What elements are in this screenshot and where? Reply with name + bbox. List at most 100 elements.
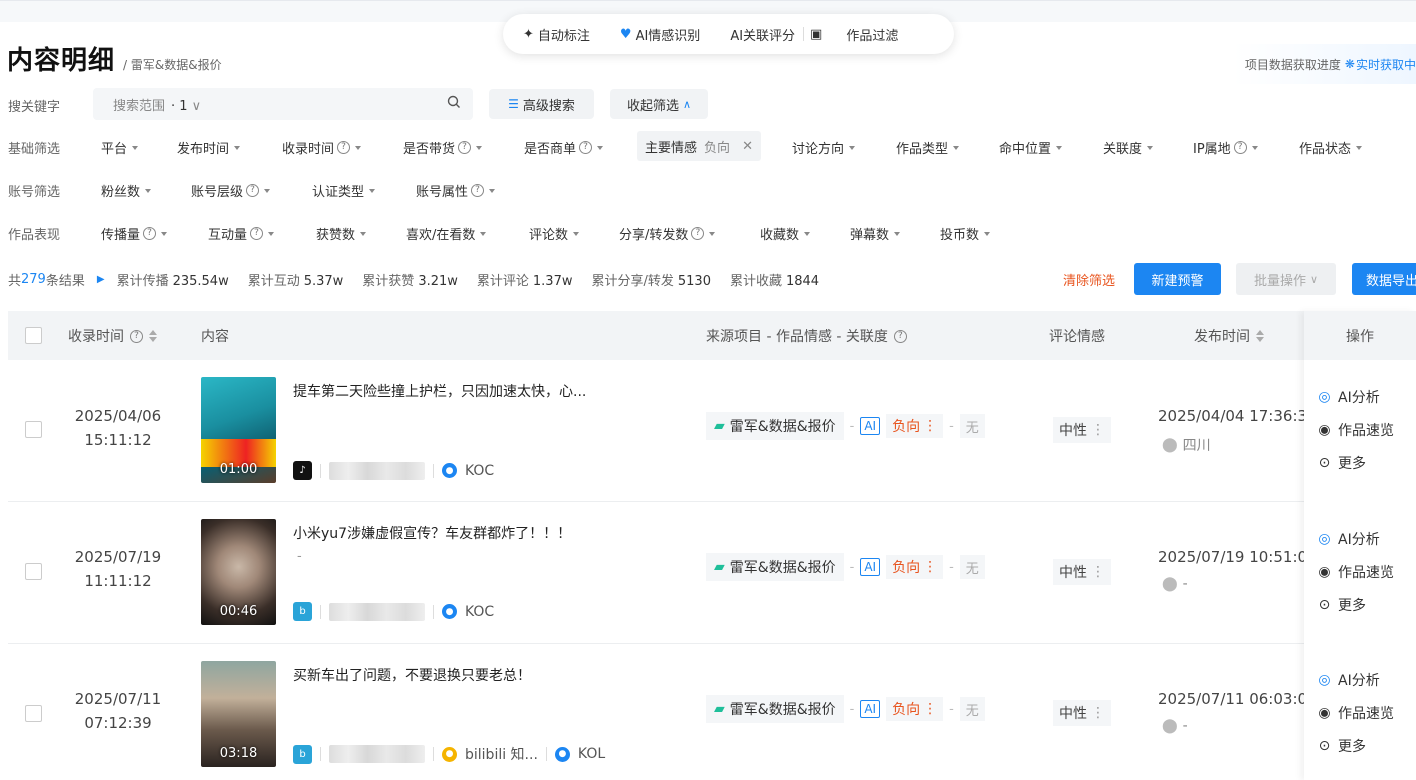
filter-account-attr[interactable]: 账号属性? (416, 181, 496, 200)
content-title[interactable]: 提车第二天险些撞上护栏，只因加速太快，心... (293, 381, 586, 401)
advanced-search-icon: ☰ (508, 97, 519, 111)
account-filter-label: 账号筛选 (8, 185, 61, 200)
help-icon: ? (130, 329, 143, 343)
stat-interaction: 累计互动 5.37w (247, 274, 344, 289)
more-button[interactable]: ⊙ 更多 (1317, 588, 1394, 621)
user-icon: ● (442, 463, 457, 478)
comment-emotion-tag[interactable]: 中性 ⋮ (1053, 559, 1111, 585)
emotion-tag[interactable]: 负向 ⋮ (886, 697, 944, 721)
breadcrumb[interactable]: / 雷军&数据&报价 (123, 56, 222, 73)
ai-emotion-button[interactable]: ♥ AI情感识别 (620, 25, 700, 44)
advanced-search-button[interactable]: ☰ 高级搜索 (489, 89, 594, 119)
pin-icon: ✦ (523, 26, 534, 42)
project-tag[interactable]: ▰ 雷军&数据&报价 (706, 412, 844, 440)
filter-commercial[interactable]: 是否商单? (524, 138, 604, 157)
collapse-filter-button[interactable]: 收起筛选 ∧ (610, 89, 708, 119)
ai-analyze-button[interactable]: ◎ AI分析 (1317, 380, 1394, 413)
filter-publish-time[interactable]: 发布时间 (177, 138, 241, 157)
filter-comments[interactable]: 评论数 (529, 224, 580, 243)
sort-icon (149, 330, 157, 342)
filter-account-level[interactable]: 账号层级? (191, 181, 271, 200)
eye-icon: ◉ (1318, 421, 1331, 438)
work-filter-button[interactable]: 作品过滤 (846, 25, 898, 44)
filter-relevance[interactable]: 关联度 (1103, 138, 1154, 157)
heart-shield-icon: ♥ (619, 26, 632, 42)
project-tag[interactable]: ▰ 雷军&数据&报价 (706, 553, 844, 581)
help-icon: ? (1233, 141, 1247, 154)
new-alert-button[interactable]: 新建预警 (1134, 263, 1221, 295)
filter-platform[interactable]: 平台 (101, 138, 139, 157)
filter-shares[interactable]: 分享/转发数? (619, 224, 716, 243)
filter-verify-type[interactable]: 认证类型 (312, 181, 376, 200)
location-pin-icon: ⬤ (1162, 437, 1178, 453)
emotion-tag[interactable]: 负向 ⋮ (886, 414, 944, 438)
search-icon[interactable] (447, 95, 461, 113)
relevance-tag[interactable]: 无 (959, 697, 985, 721)
emotion-tag[interactable]: 负向 ⋮ (886, 555, 944, 579)
clear-filter-link[interactable]: 清除筛选 (1063, 270, 1115, 289)
more-button[interactable]: ⊙ 更多 (1317, 729, 1394, 762)
auto-label-button[interactable]: ✦ 自动标注 (523, 25, 590, 44)
more-icon: ⊙ (1318, 737, 1331, 754)
export-button[interactable]: 数据导出 (1352, 263, 1416, 295)
stat-shares: 累计分享/转发 5130 (591, 274, 711, 289)
content-desc: - (297, 549, 302, 564)
filter-hit-position[interactable]: 命中位置 (999, 138, 1063, 157)
preview-button[interactable]: ◉ 作品速览 (1317, 555, 1394, 588)
expand-arrow-icon[interactable]: ▶ (97, 274, 105, 285)
header-source: 来源项目 - 作品情感 - 关联度? (706, 326, 907, 346)
filter-with-goods[interactable]: 是否带货? (403, 138, 483, 157)
video-thumbnail[interactable]: 03:18 (201, 661, 276, 767)
video-thumbnail[interactable]: 01:00 (201, 377, 276, 483)
more-icon: ⊙ (1318, 454, 1331, 471)
filter-collects[interactable]: 收藏数 (760, 224, 811, 243)
filter-ip-location[interactable]: IP属地? (1193, 138, 1258, 157)
relevance-tag[interactable]: 无 (959, 414, 985, 438)
filter-collect-time[interactable]: 收录时间? (282, 138, 362, 157)
select-all-checkbox[interactable] (25, 327, 42, 344)
header-publish-time[interactable]: 发布时间 (1194, 326, 1264, 346)
filter-work-type[interactable]: 作品类型 (896, 138, 960, 157)
relevance-tag[interactable]: 无 (959, 555, 985, 579)
filter-likes[interactable]: 获赞数 (316, 224, 367, 243)
row-ops: ◎ AI分析 ◉ 作品速览 ⊙ 更多 (1317, 380, 1394, 479)
header-collect-time[interactable]: 收录时间? (68, 326, 157, 346)
video-thumbnail[interactable]: 00:46 (201, 519, 276, 625)
collect-time: 2025/04/06 15:11:12 (74, 407, 162, 449)
preview-button[interactable]: ◉ 作品速览 (1317, 413, 1394, 446)
more-icon: ⊙ (1318, 596, 1331, 613)
ai-relevance-button[interactable]: AI关联评分 (730, 25, 795, 44)
filter-followers[interactable]: 粉丝数 (101, 181, 152, 200)
batch-ops-button[interactable]: 批量操作 ∨ (1236, 263, 1336, 295)
ai-badge: AI (860, 558, 881, 576)
project-tag[interactable]: ▰ 雷军&数据&报价 (706, 695, 844, 723)
search-input[interactable]: 搜索范围 · 1 ∨ (93, 88, 473, 120)
row-checkbox[interactable] (25, 705, 42, 722)
loading-icon: ❋ (1344, 57, 1355, 71)
filter-danmaku[interactable]: 弹幕数 (850, 224, 901, 243)
ai-analyze-button[interactable]: ◎ AI分析 (1317, 522, 1394, 555)
collect-time: 2025/07/11 07:12:39 (74, 690, 162, 732)
help-icon: ? (579, 141, 593, 154)
filter-interaction[interactable]: 互动量? (208, 224, 275, 243)
row-checkbox[interactable] (25, 563, 42, 580)
filter-favorite[interactable]: 喜欢/在看数 (406, 224, 487, 243)
content-title[interactable]: 买新车出了问题，不要退换只要老总！ (293, 665, 531, 685)
table-row: 2025/07/19 11:11:12 00:46 小米yu7涉嫌虚假宣传？车友群… (8, 502, 1317, 644)
ai-analyze-button[interactable]: ◎ AI分析 (1317, 663, 1394, 696)
search-scope[interactable]: 搜索范围 · 1 ∨ (113, 95, 201, 114)
filter-work-status[interactable]: 作品状态 (1299, 138, 1363, 157)
filter-spread[interactable]: 传播量? (101, 224, 168, 243)
comment-emotion-tag[interactable]: 中性 ⋮ (1053, 417, 1111, 443)
ip-location: ⬤ 四川 (1162, 437, 1211, 454)
filter-discussion[interactable]: 讨论方向 (792, 138, 856, 157)
close-icon[interactable]: ✕ (742, 139, 753, 154)
comment-emotion-tag[interactable]: 中性 ⋮ (1053, 700, 1111, 726)
filter-chip-emotion[interactable]: 主要情感 负向 ✕ (637, 131, 761, 161)
content-title[interactable]: 小米yu7涉嫌虚假宣传？车友群都炸了！！！ (293, 523, 571, 543)
preview-button[interactable]: ◉ 作品速览 (1317, 696, 1394, 729)
row-checkbox[interactable] (25, 421, 42, 438)
more-button[interactable]: ⊙ 更多 (1317, 446, 1394, 479)
filter-coins[interactable]: 投币数 (940, 224, 991, 243)
calendar-button[interactable]: ▣ (810, 27, 822, 42)
